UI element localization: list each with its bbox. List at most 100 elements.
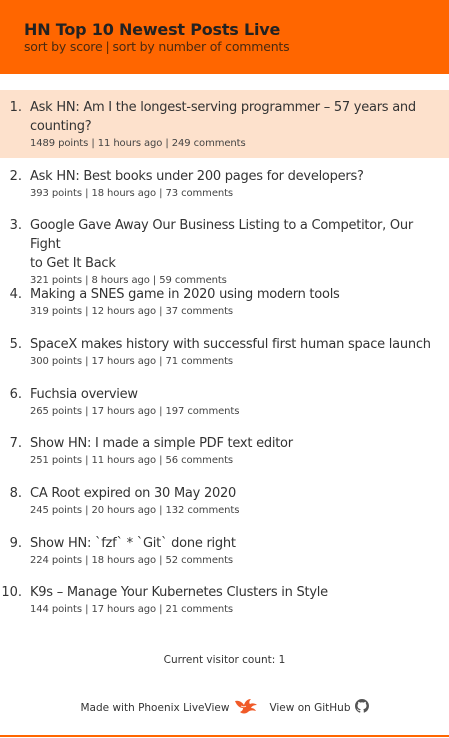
post-title-link[interactable]: SpaceX makes history with successful fir…: [30, 335, 441, 354]
post-title-line: Ask HN: Am I the longest-serving program…: [30, 100, 416, 115]
post-points: 251 points: [30, 455, 82, 466]
post-meta: 393 points | 18 hours ago | 73 comments: [30, 186, 441, 201]
meta-separator: |: [159, 188, 163, 199]
post-rank: 9.: [9, 536, 22, 551]
meta-separator: |: [85, 455, 89, 466]
post-title-link[interactable]: Ask HN: Am I the longest-serving program…: [30, 98, 441, 136]
made-with-label: Made with Phoenix LiveView: [80, 701, 230, 714]
post-meta: 300 points | 17 hours ago | 71 comments: [30, 354, 441, 369]
post-meta: 224 points | 18 hours ago | 52 comments: [30, 553, 441, 568]
footer-divider: [0, 735, 449, 737]
post-comments-link[interactable]: 132 comments: [166, 505, 240, 516]
meta-separator: |: [85, 555, 89, 566]
post-item: 5. SpaceX makes history with successful …: [0, 327, 449, 377]
post-item: 10. K9s – Manage Your Kubernetes Cluster…: [0, 575, 449, 625]
post-meta: 144 points | 17 hours ago | 21 comments: [30, 602, 441, 617]
post-meta: 251 points | 11 hours ago | 56 comments: [30, 453, 441, 468]
post-title-link[interactable]: Google Gave Away Our Business Listing to…: [30, 216, 441, 273]
meta-separator: |: [85, 604, 89, 615]
post-item: 4. Making a SNES game in 2020 using mode…: [0, 277, 449, 327]
post-item: 8. CA Root expired on 30 May 2020 245 po…: [0, 476, 449, 526]
phoenix-liveview-link[interactable]: Made with Phoenix LiveView: [81, 697, 260, 718]
post-rank: 1.: [9, 100, 22, 115]
post-title-link[interactable]: K9s – Manage Your Kubernetes Clusters in…: [30, 583, 441, 602]
sort-separator: |: [105, 39, 110, 54]
post-item: 1. Ask HN: Am I the longest-serving prog…: [0, 90, 449, 158]
post-title-link[interactable]: Show HN: `fzf` * `Git` done right: [30, 534, 441, 553]
view-github-label: View on GitHub: [269, 701, 351, 714]
post-meta: 265 points | 17 hours ago | 197 comments: [30, 404, 441, 419]
meta-separator: |: [85, 406, 89, 417]
meta-separator: |: [159, 455, 163, 466]
post-title-link[interactable]: Show HN: I made a simple PDF text editor: [30, 434, 441, 453]
post-comments-link[interactable]: 71 comments: [166, 356, 234, 367]
post-meta: 319 points | 12 hours ago | 37 comments: [30, 304, 441, 319]
meta-separator: |: [85, 188, 89, 199]
post-title-link[interactable]: Making a SNES game in 2020 using modern …: [30, 285, 441, 304]
post-points: 224 points: [30, 555, 82, 566]
post-item: 9. Show HN: `fzf` * `Git` done right 224…: [0, 526, 449, 575]
meta-separator: |: [85, 505, 89, 516]
post-item: 3. Google Gave Away Our Business Listing…: [0, 208, 449, 286]
phoenix-icon: [233, 697, 259, 718]
post-title-link[interactable]: Ask HN: Best books under 200 pages for d…: [30, 167, 441, 186]
post-points: 319 points: [30, 306, 82, 317]
meta-separator: |: [85, 356, 89, 367]
meta-separator: |: [159, 306, 163, 317]
page-title: HN Top 10 Newest Posts Live: [24, 20, 281, 39]
view-on-github-link[interactable]: View on GitHub: [269, 699, 369, 716]
post-comments-link[interactable]: 73 comments: [166, 188, 234, 199]
post-comments-link[interactable]: 52 comments: [166, 555, 234, 566]
post-rank: 2.: [9, 169, 22, 184]
post-item: 6. Fuchsia overview 265 points | 17 hour…: [0, 377, 449, 426]
meta-separator: |: [159, 505, 163, 516]
post-rank: 6.: [9, 387, 22, 402]
post-comments-link[interactable]: 56 comments: [166, 455, 234, 466]
sort-controls: sort by score | sort by number of comments: [24, 39, 449, 54]
post-title-link[interactable]: CA Root expired on 30 May 2020: [30, 484, 441, 503]
post-meta: 245 points | 20 hours ago | 132 comments: [30, 503, 441, 518]
post-age: 17 hours ago: [91, 604, 157, 615]
post-comments-link[interactable]: 249 comments: [172, 138, 246, 149]
post-age: 20 hours ago: [91, 505, 157, 516]
post-age: 11 hours ago: [97, 138, 163, 149]
meta-separator: |: [159, 604, 163, 615]
post-item: 7. Show HN: I made a simple PDF text edi…: [0, 426, 449, 476]
post-rank: 8.: [9, 486, 22, 501]
meta-separator: |: [91, 138, 95, 149]
sort-by-comments-link[interactable]: sort by number of comments: [112, 39, 289, 54]
post-meta: 1489 points | 11 hours ago | 249 comment…: [30, 136, 441, 151]
post-points: 144 points: [30, 604, 82, 615]
post-points: 1489 points: [30, 138, 89, 149]
post-rank: 4.: [9, 287, 22, 302]
post-age: 18 hours ago: [91, 188, 157, 199]
post-title-link[interactable]: Fuchsia overview: [30, 385, 441, 404]
meta-separator: |: [85, 306, 89, 317]
post-age: 17 hours ago: [91, 406, 157, 417]
visitor-count: Current visitor count: 1: [163, 654, 286, 666]
post-points: 245 points: [30, 505, 82, 516]
meta-separator: |: [165, 138, 169, 149]
meta-separator: |: [159, 356, 163, 367]
post-comments-link[interactable]: 21 comments: [166, 604, 234, 615]
post-points: 393 points: [30, 188, 82, 199]
post-rank: 5.: [9, 337, 22, 352]
post-age: 12 hours ago: [91, 306, 157, 317]
header: HN Top 10 Newest Posts Live sort by scor…: [0, 0, 449, 74]
footer: Made with Phoenix LiveView View on GitHu…: [0, 697, 449, 718]
post-title-line: Google Gave Away Our Business Listing to…: [30, 218, 413, 252]
post-rank: 3.: [9, 218, 22, 233]
post-age: 17 hours ago: [91, 356, 157, 367]
post-points: 265 points: [30, 406, 82, 417]
post-title-line: counting?: [30, 119, 92, 134]
post-age: 18 hours ago: [91, 555, 157, 566]
post-comments-link[interactable]: 37 comments: [166, 306, 234, 317]
sort-by-score-link[interactable]: sort by score: [24, 39, 103, 54]
github-icon: [354, 699, 369, 716]
post-age: 11 hours ago: [91, 455, 157, 466]
meta-separator: |: [159, 555, 163, 566]
post-rank: 10.: [1, 585, 22, 600]
post-comments-link[interactable]: 197 comments: [166, 406, 240, 417]
post-rank: 7.: [9, 436, 22, 451]
post-title-line: to Get It Back: [30, 256, 116, 271]
